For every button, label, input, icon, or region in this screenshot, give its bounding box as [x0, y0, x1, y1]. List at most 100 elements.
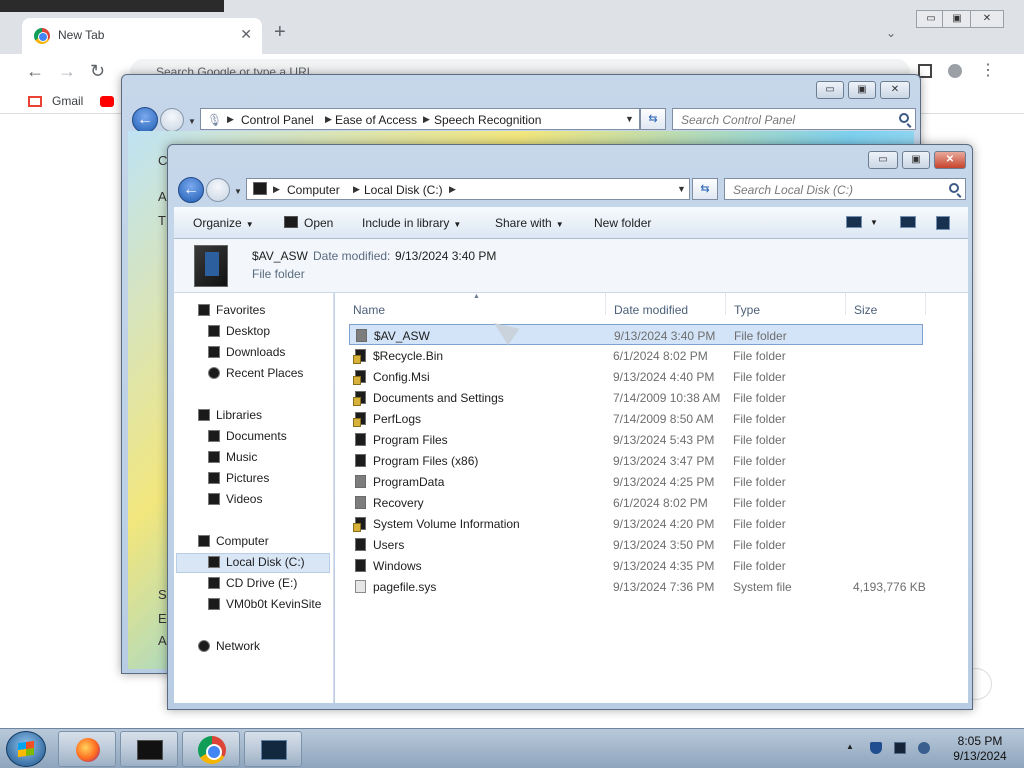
search-local-disk-input[interactable]: Search Local Disk (C:)	[724, 178, 966, 200]
breadcrumb-computer[interactable]: Computer	[287, 183, 340, 197]
chevron-down-icon[interactable]: ▼	[677, 184, 686, 194]
refresh-button[interactable]: ⇆	[692, 178, 718, 200]
new-folder-button[interactable]: New folder	[594, 216, 651, 230]
shield-icon[interactable]	[870, 742, 882, 754]
minimize-button[interactable]: ▭	[868, 151, 898, 169]
menu-dots-icon[interactable]: ⋮	[980, 62, 996, 80]
close-button[interactable]: ✕	[934, 151, 966, 169]
table-row[interactable]: pagefile.sys 9/13/2024 7:36 PM System file…	[349, 576, 926, 597]
nav-downloads[interactable]: Downloads	[226, 345, 285, 359]
column-header-name[interactable]: Name	[353, 303, 385, 317]
column-header-type[interactable]: Type	[734, 303, 760, 317]
back-arrow-icon[interactable]: ←	[26, 62, 44, 80]
firefox-icon	[76, 738, 100, 762]
nav-network-drive[interactable]: VM0b0t KevinSite	[226, 597, 321, 611]
table-row[interactable]: Users 9/13/2024 3:50 PM File folder	[349, 534, 923, 555]
close-icon[interactable]: ✕	[240, 26, 252, 43]
maximize-button[interactable]: ▣	[902, 151, 930, 169]
search-icon[interactable]	[949, 183, 959, 193]
table-row[interactable]: ProgramData 9/13/2024 4:25 PM File folder	[349, 471, 923, 492]
preview-pane-icon[interactable]	[900, 216, 916, 228]
close-button[interactable]: ✕	[880, 81, 910, 99]
share-with-button[interactable]: Share with ▼	[495, 216, 564, 230]
back-button[interactable]: ←	[178, 177, 204, 203]
new-tab-button[interactable]: +	[274, 22, 286, 42]
taskbar-firefox[interactable]	[58, 731, 116, 767]
taskbar-control-panel[interactable]	[244, 731, 302, 767]
minimize-button[interactable]: ▭	[816, 81, 844, 99]
breadcrumb-control-panel[interactable]: Control Panel	[241, 113, 314, 127]
chevron-down-icon[interactable]: ⌄	[886, 26, 896, 40]
help-icon[interactable]	[936, 216, 950, 230]
table-row[interactable]: $Recycle.Bin 6/1/2024 8:02 PM File folder	[349, 345, 923, 366]
back-button[interactable]: ←	[132, 107, 158, 133]
column-header-date-modified[interactable]: Date modified	[614, 303, 688, 317]
forward-button[interactable]	[206, 178, 230, 202]
file-date-modified: 9/13/2024 3:40 PM	[614, 329, 716, 343]
chevron-down-icon[interactable]: ▼	[188, 117, 196, 126]
address-bar[interactable]: ▶ Computer ▶ Local Disk (C:) ▶ ▼	[246, 178, 690, 200]
nav-documents[interactable]: Documents	[226, 429, 287, 443]
include-in-library-button[interactable]: Include in library ▼	[362, 216, 461, 230]
nav-libraries[interactable]: Libraries	[216, 408, 262, 422]
forward-button[interactable]	[160, 108, 184, 132]
address-bar[interactable]: 🎙 ▶ Control Panel ▶ Ease of Access ▶ Spe…	[200, 108, 640, 130]
table-row[interactable]: PerfLogs 7/14/2009 8:50 AM File folder	[349, 408, 923, 429]
forward-arrow-icon[interactable]: →	[58, 62, 76, 80]
cp-text-fragment: S	[158, 587, 167, 602]
breadcrumb-local-disk[interactable]: Local Disk (C:)	[364, 183, 443, 197]
column-divider[interactable]	[925, 293, 926, 315]
system-clock[interactable]: 8:05 PM 9/13/2024	[940, 734, 1020, 764]
column-divider[interactable]	[725, 293, 726, 315]
column-divider[interactable]	[605, 293, 606, 315]
open-button[interactable]: Open	[304, 216, 333, 230]
nav-cd-drive[interactable]: CD Drive (E:)	[226, 576, 297, 590]
chevron-down-icon[interactable]: ▼	[625, 114, 634, 124]
table-row[interactable]: System Volume Information 9/13/2024 4:20 …	[349, 513, 923, 534]
network-icon[interactable]	[894, 742, 906, 754]
table-row-selected[interactable]: $AV_ASW 9/13/2024 3:40 PM File folder	[349, 324, 923, 345]
table-row[interactable]: Recovery 6/1/2024 8:02 PM File folder	[349, 492, 923, 513]
taskbar-explorer[interactable]	[120, 731, 178, 767]
table-row[interactable]: Program Files 9/13/2024 5:43 PM File folde…	[349, 429, 923, 450]
file-name: PerfLogs	[373, 412, 422, 426]
volume-icon[interactable]	[918, 742, 930, 754]
show-hidden-icons-icon[interactable]: ▲	[846, 742, 858, 754]
nav-local-disk[interactable]: Local Disk (C:)	[226, 555, 305, 569]
nav-pictures[interactable]: Pictures	[226, 471, 269, 485]
close-button[interactable]: ✕	[970, 10, 1004, 28]
search-control-panel-input[interactable]: Search Control Panel	[672, 108, 916, 130]
column-header-size[interactable]: Size	[854, 303, 877, 317]
table-row[interactable]: Windows 9/13/2024 4:35 PM File folder	[349, 555, 923, 576]
chevron-down-icon[interactable]: ▼	[234, 187, 242, 196]
breadcrumb-ease-of-access[interactable]: Ease of Access	[335, 113, 417, 127]
reload-icon[interactable]: ↻	[90, 62, 105, 80]
taskbar-chrome[interactable]	[182, 731, 240, 767]
nav-favorites[interactable]: Favorites	[216, 303, 265, 317]
nav-videos[interactable]: Videos	[226, 492, 262, 506]
maximize-button[interactable]: ▣	[942, 10, 972, 28]
table-row[interactable]: Documents and Settings 7/14/2009 10:38 AM…	[349, 387, 923, 408]
chrome-tab-new-tab[interactable]: New Tab ✕	[22, 18, 262, 54]
organize-button[interactable]: Organize ▼	[193, 216, 254, 230]
chrome-logo-icon	[34, 28, 50, 44]
nav-music[interactable]: Music	[226, 450, 257, 464]
nav-network[interactable]: Network	[216, 639, 260, 653]
table-row[interactable]: Config.Msi 9/13/2024 4:40 PM File folder	[349, 366, 923, 387]
file-type: File folder	[733, 475, 786, 489]
nav-desktop[interactable]: Desktop	[226, 324, 270, 338]
search-icon[interactable]	[899, 113, 909, 123]
refresh-button[interactable]: ⇆	[640, 108, 666, 130]
nav-computer[interactable]: Computer	[216, 534, 269, 548]
chevron-down-icon[interactable]: ▼	[870, 218, 878, 227]
breadcrumb-speech-recognition[interactable]: Speech Recognition	[434, 113, 541, 127]
start-button[interactable]	[6, 731, 46, 767]
maximize-button[interactable]: ▣	[848, 81, 876, 99]
profile-avatar-icon[interactable]	[948, 64, 962, 78]
nav-recent-places[interactable]: Recent Places	[226, 366, 303, 380]
youtube-icon[interactable]	[100, 96, 114, 107]
column-divider[interactable]	[845, 293, 846, 315]
bookmark-gmail[interactable]: Gmail	[52, 94, 83, 108]
change-view-icon[interactable]	[846, 216, 862, 228]
table-row[interactable]: Program Files (x86) 9/13/2024 3:47 PM File…	[349, 450, 923, 471]
